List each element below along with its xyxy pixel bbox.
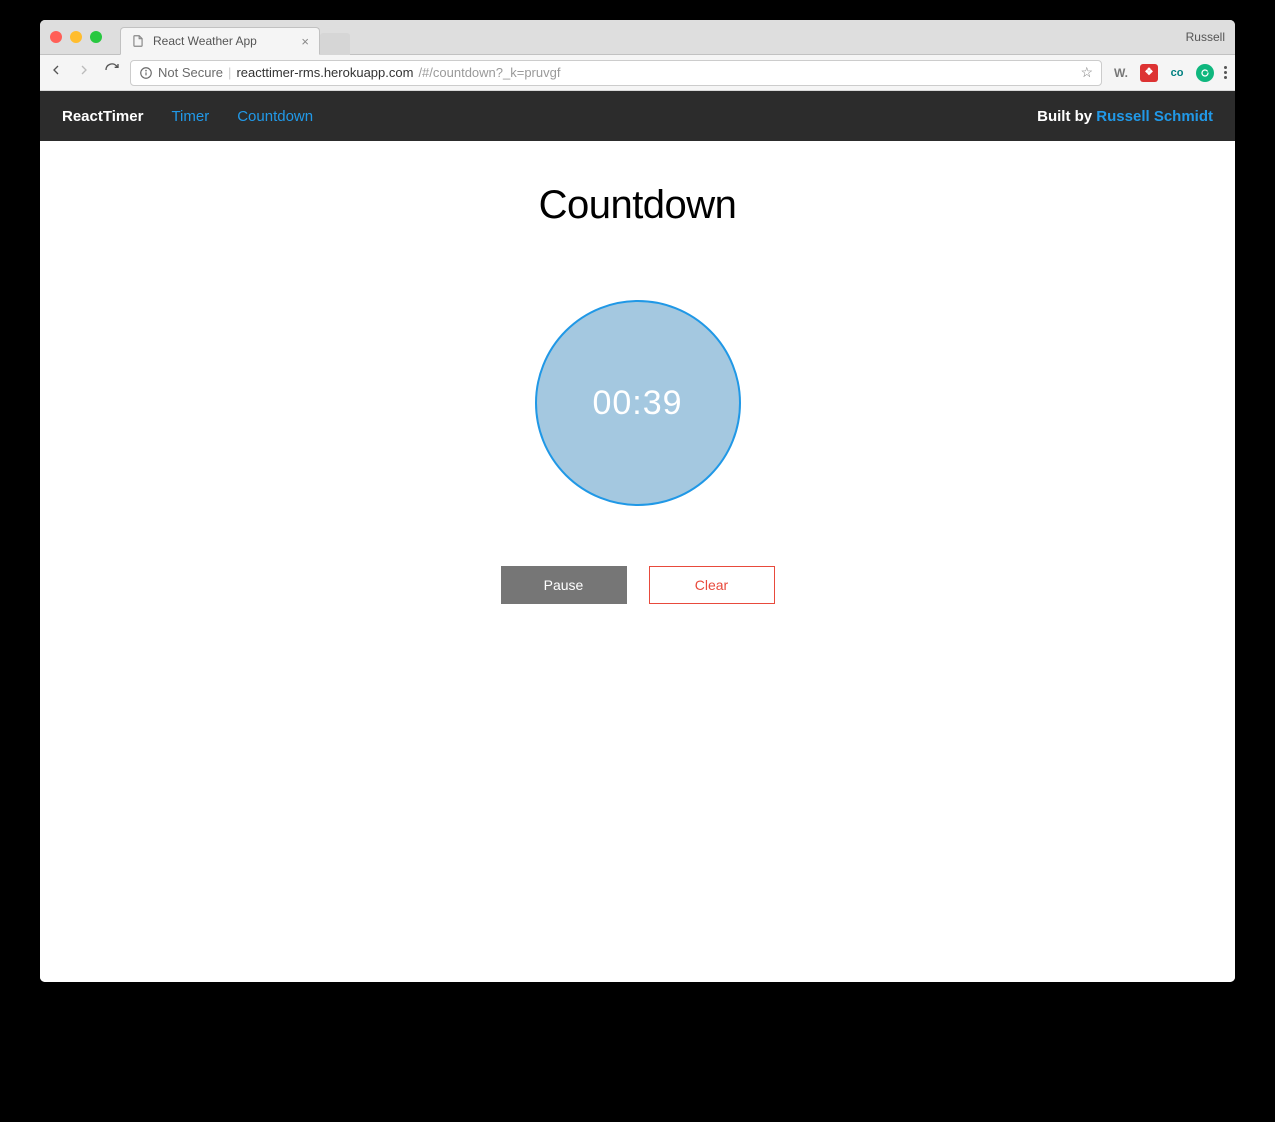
reload-icon[interactable] [104, 62, 120, 83]
builtby-prefix: Built by [1037, 108, 1096, 125]
minimize-window-icon[interactable] [70, 31, 82, 43]
app-brand[interactable]: ReactTimer [62, 108, 143, 125]
grammarly-icon[interactable] [1196, 64, 1214, 82]
nav-link-timer[interactable]: Timer [171, 108, 209, 125]
browser-window: React Weather App × Russell Not Secure |… [40, 20, 1235, 982]
site-info-icon[interactable] [139, 66, 153, 80]
security-label: Not Secure [158, 65, 223, 80]
app-navbar: ReactTimer Timer Countdown Built by Russ… [40, 91, 1235, 141]
traffic-lights [50, 31, 102, 43]
url-host: reacttimer-rms.herokuapp.com [236, 65, 413, 80]
close-window-icon[interactable] [50, 31, 62, 43]
close-tab-icon[interactable]: × [301, 34, 309, 49]
clock-face: 00:39 [535, 300, 741, 506]
extension-w-icon[interactable]: W. [1112, 64, 1130, 82]
clock-time: 00:39 [592, 384, 682, 423]
url-path: /#/countdown?_k=pruvgf [418, 65, 560, 80]
tab-title: React Weather App [153, 34, 257, 48]
builtby-label: Built by Russell Schmidt [1037, 108, 1213, 125]
clear-button[interactable]: Clear [649, 566, 775, 604]
bookmark-star-icon[interactable]: ☆ [1080, 64, 1093, 81]
builtby-author[interactable]: Russell Schmidt [1096, 108, 1213, 125]
nav-link-countdown[interactable]: Countdown [237, 108, 313, 125]
browser-tab[interactable]: React Weather App × [120, 27, 320, 55]
kebab-menu-icon[interactable] [1224, 66, 1227, 79]
pause-button[interactable]: Pause [501, 566, 627, 604]
window-titlebar: React Weather App × Russell [40, 20, 1235, 55]
page-icon [131, 34, 145, 48]
page-content: Countdown 00:39 Pause Clear [40, 141, 1235, 982]
addr-separator: | [228, 65, 231, 80]
new-tab-button[interactable] [320, 33, 350, 55]
page-title: Countdown [539, 183, 737, 228]
maximize-window-icon[interactable] [90, 31, 102, 43]
profile-name[interactable]: Russell [1186, 30, 1225, 44]
extension-icons: W. ❖ co [1112, 64, 1227, 82]
extension-red-icon[interactable]: ❖ [1140, 64, 1158, 82]
address-bar[interactable]: Not Secure | reacttimer-rms.herokuapp.co… [130, 60, 1102, 86]
back-icon[interactable] [48, 62, 64, 83]
controls: Pause Clear [501, 566, 775, 604]
browser-toolbar: Not Secure | reacttimer-rms.herokuapp.co… [40, 55, 1235, 91]
forward-icon[interactable] [76, 62, 92, 83]
nav-buttons [48, 62, 120, 83]
extension-co-icon[interactable]: co [1168, 64, 1186, 82]
